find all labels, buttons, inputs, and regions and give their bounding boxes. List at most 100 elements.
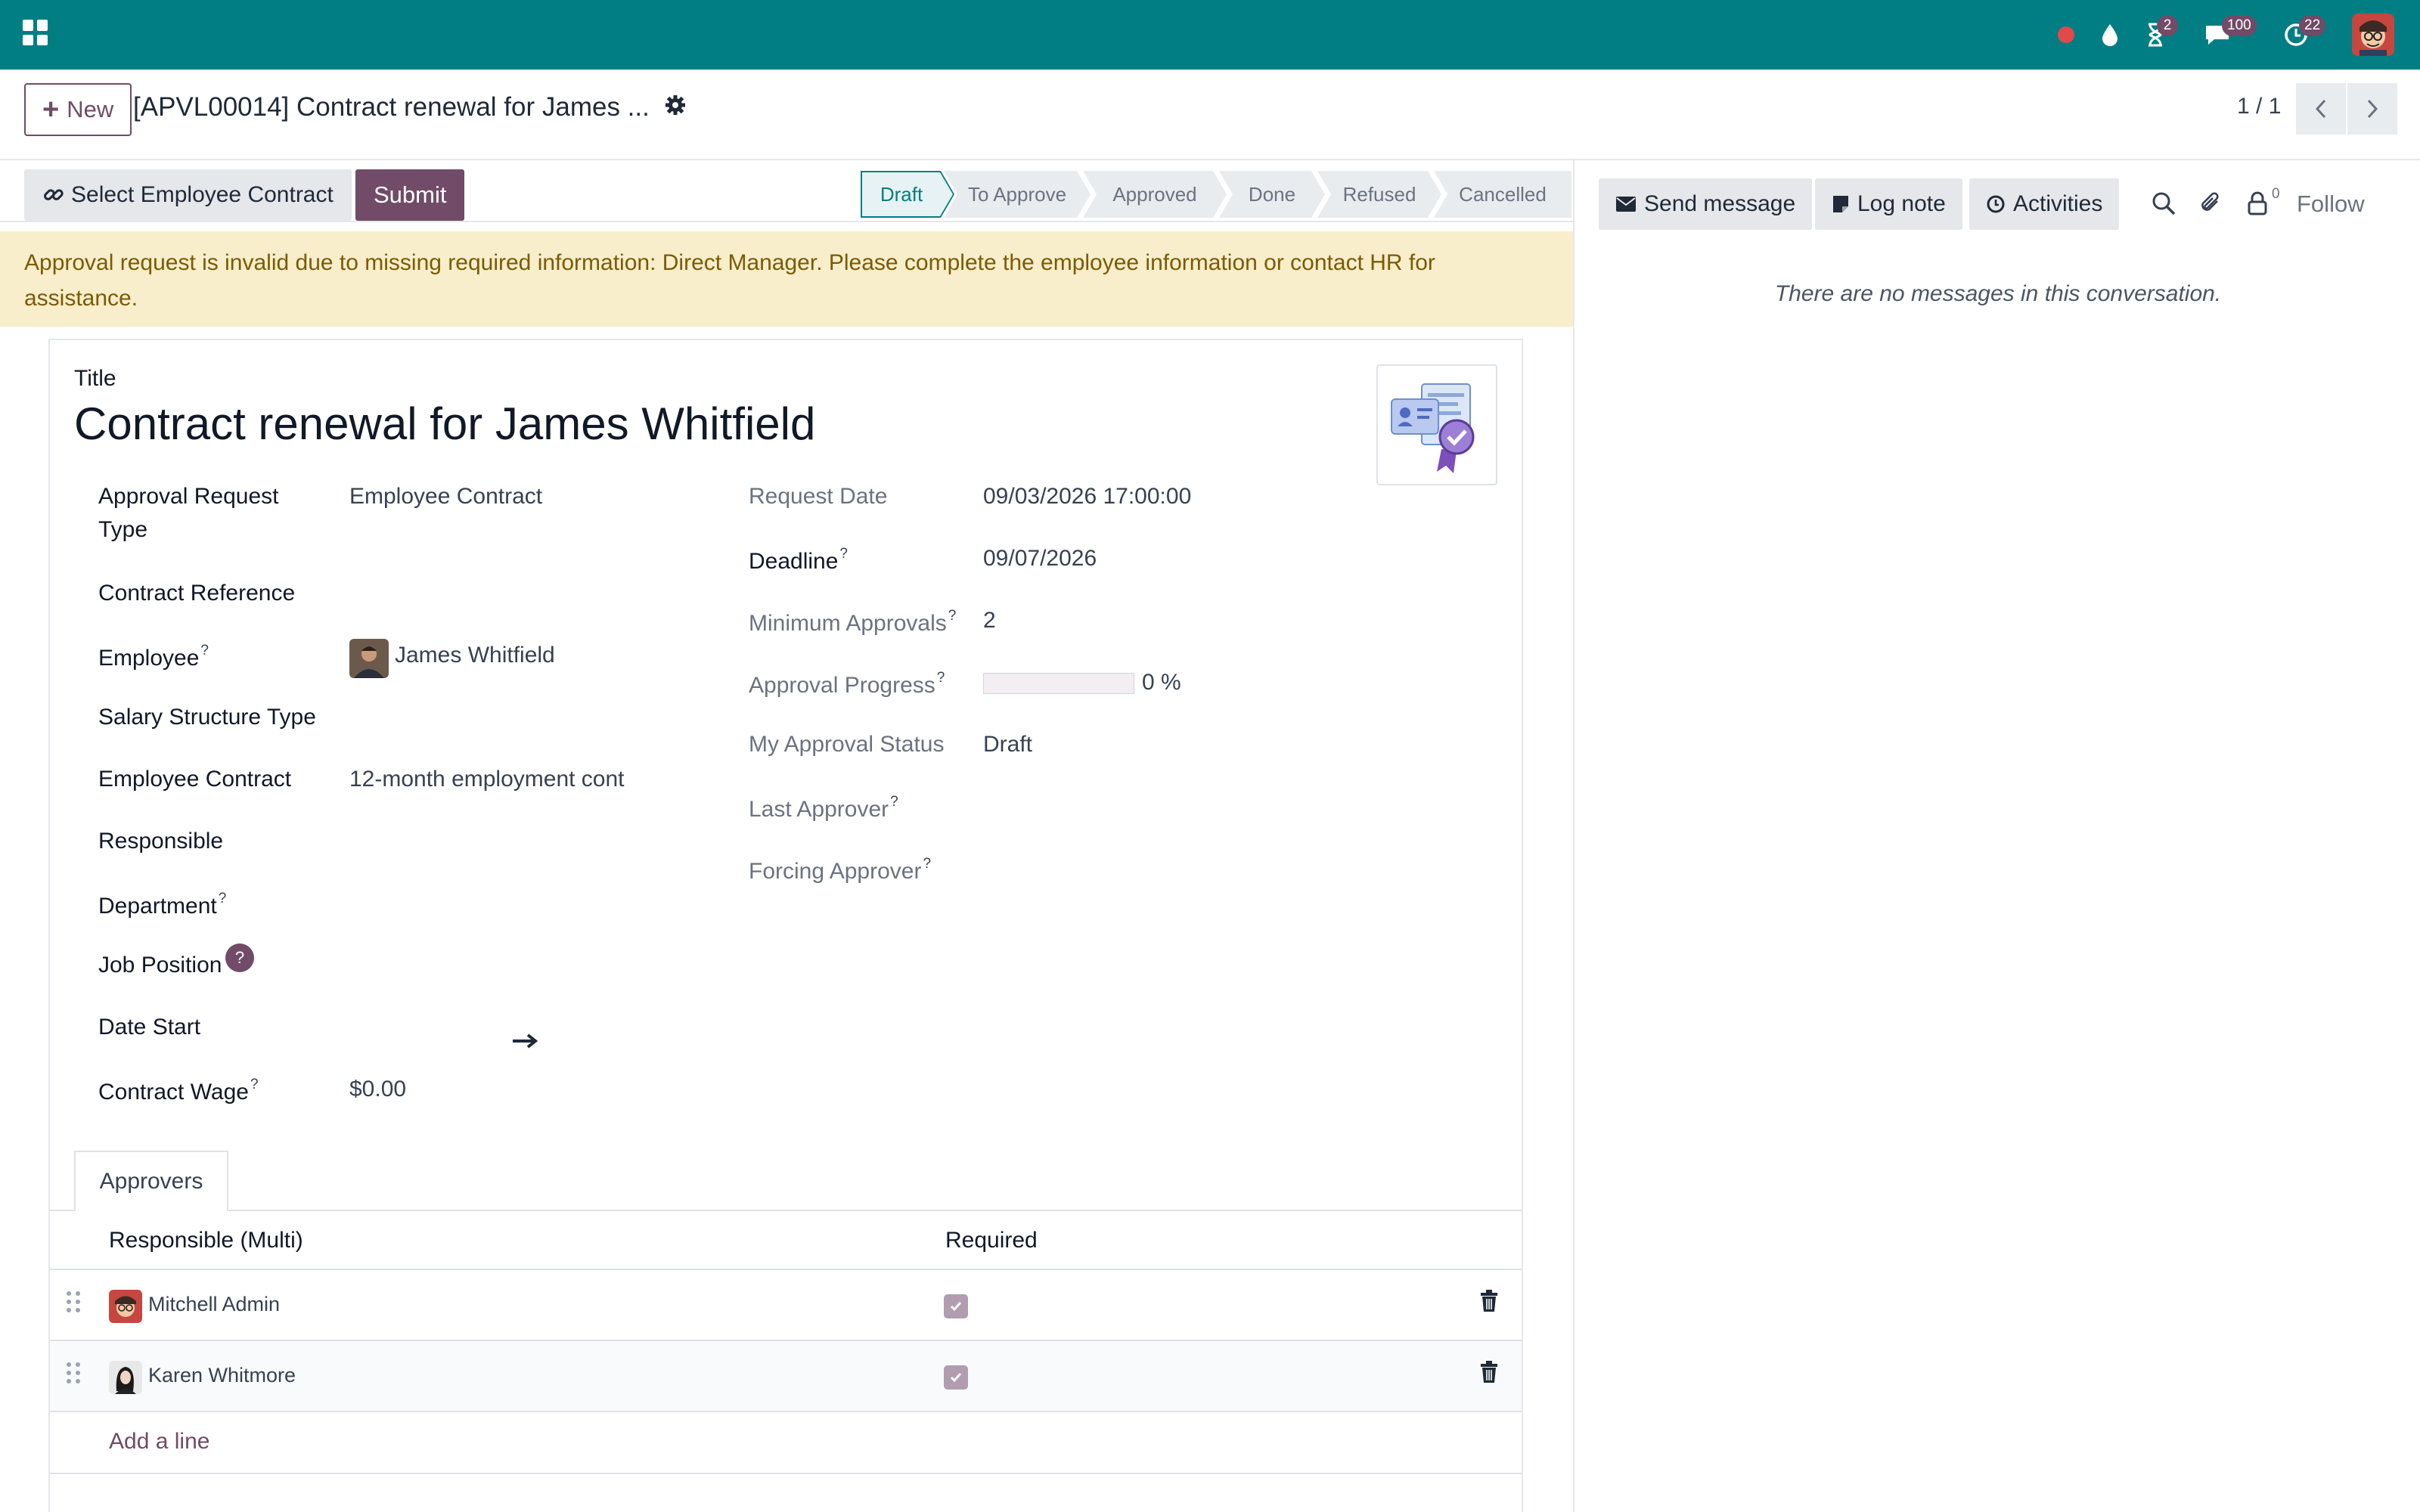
check-icon: [950, 1373, 962, 1383]
log-note-label: Log note: [1857, 191, 1946, 216]
activities-count-badge: 2: [2157, 15, 2178, 36]
contract-certificate-icon: [1391, 383, 1475, 473]
title-field[interactable]: Contract renewal for James Whitfield: [74, 398, 815, 450]
paperclip-icon[interactable]: [2198, 191, 2225, 218]
approver-avatar: [109, 1361, 142, 1394]
activities-button[interactable]: Activities: [1969, 178, 2120, 230]
top-navbar: 2 100 22: [0, 0, 2420, 70]
drag-handle-icon[interactable]: [67, 1362, 82, 1383]
minimum-approvals-label: Minimum Approvals?: [749, 608, 956, 637]
pager-previous-button[interactable]: [2296, 83, 2346, 135]
follow-button[interactable]: Follow: [2297, 191, 2365, 218]
approval-request-type-field[interactable]: Employee Contract: [349, 484, 542, 510]
messages-count-badge: 100: [2222, 15, 2257, 36]
required-checkbox[interactable]: [944, 1294, 968, 1318]
trash-icon[interactable]: [1479, 1361, 1502, 1387]
apps-menu-icon[interactable]: [23, 20, 48, 45]
approver-name[interactable]: Mitchell Admin: [148, 1293, 280, 1316]
stage-approved[interactable]: Approved: [1083, 171, 1227, 218]
help-tooltip-marker[interactable]: ?: [839, 546, 848, 562]
employee-label: Employee?: [98, 643, 209, 671]
help-tooltip-marker[interactable]: ?: [948, 608, 957, 624]
gear-icon[interactable]: [664, 94, 691, 121]
add-line-link[interactable]: Add a line: [109, 1429, 209, 1455]
employee-label-text: Employee: [98, 646, 200, 671]
new-record-button[interactable]: + New: [24, 83, 132, 136]
employee-field[interactable]: James Whitfield: [395, 643, 555, 668]
approval-progress-bar: [983, 673, 1134, 694]
trash-icon[interactable]: [1479, 1290, 1502, 1315]
arrow-right-icon: [511, 1025, 538, 1057]
search-icon[interactable]: [2151, 191, 2178, 218]
table-row[interactable]: Karen Whitmore: [50, 1341, 1522, 1412]
link-icon: [44, 189, 64, 200]
drag-handle-icon[interactable]: [67, 1291, 82, 1312]
note-icon: [1833, 196, 1848, 212]
contract-wage-label: Contract Wage?: [98, 1077, 259, 1105]
approval-progress-text: 0 %: [1142, 670, 1181, 695]
date-start-label: Date Start: [98, 1015, 201, 1040]
help-tooltip-marker[interactable]: ?: [250, 1077, 259, 1092]
control-panel: + New [APVL00014] Contract renewal for J…: [0, 70, 2420, 160]
help-tooltip-marker[interactable]: ?: [923, 856, 931, 872]
tab-approvers[interactable]: Approvers: [74, 1151, 228, 1211]
stage-done[interactable]: Done: [1219, 171, 1325, 218]
last-approver-label: Last Approver?: [749, 794, 898, 823]
select-contract-label: Select Employee Contract: [71, 182, 334, 207]
minimum-approvals-field: 2: [983, 608, 996, 633]
select-employee-contract-button[interactable]: Select Employee Contract: [24, 169, 352, 221]
request-date-field[interactable]: 09/03/2026 17:00:00: [983, 484, 1191, 510]
send-message-label: Send message: [1644, 191, 1796, 216]
employee-contract-field[interactable]: 12-month employment cont: [349, 767, 625, 792]
contract-reference-label: Contract Reference: [98, 581, 296, 606]
record-breadcrumb-title: [APVL00014] Contract renewal for James .…: [133, 92, 650, 122]
approvers-table-header: Responsible (Multi) Required: [50, 1211, 1522, 1270]
approval-progress-label-text: Approval Progress: [749, 673, 935, 698]
stage-cancelled[interactable]: Cancelled: [1434, 171, 1571, 218]
forcing-approver-label-text: Forcing Approver: [749, 859, 922, 884]
new-button-label: New: [67, 96, 114, 122]
forcing-approver-label: Forcing Approver?: [749, 856, 931, 885]
column-header-required[interactable]: Required: [945, 1228, 1038, 1253]
help-tooltip-badge[interactable]: ?: [225, 943, 254, 972]
required-checkbox[interactable]: [944, 1365, 968, 1390]
chevron-right-icon: [2367, 99, 2378, 119]
pager-counter[interactable]: 1 / 1: [2237, 94, 2281, 119]
activities-label: Activities: [2013, 191, 2103, 216]
submit-button[interactable]: Submit: [355, 169, 465, 221]
my-approval-status-field: Draft: [983, 732, 1033, 757]
help-tooltip-marker[interactable]: ?: [937, 670, 945, 686]
approver-avatar: [109, 1290, 142, 1323]
column-header-responsible[interactable]: Responsible (Multi): [109, 1228, 303, 1253]
my-approval-status-label: My Approval Status: [749, 732, 945, 757]
job-position-label: Job Position: [98, 953, 222, 978]
approval-category-image[interactable]: [1376, 364, 1497, 485]
table-row[interactable]: Mitchell Admin: [50, 1270, 1522, 1341]
log-note-button[interactable]: Log note: [1815, 178, 1962, 230]
pager-next-button[interactable]: [2347, 83, 2397, 135]
minimum-approvals-label-text: Minimum Approvals: [749, 611, 947, 636]
responsible-label: Responsible: [98, 829, 224, 854]
empty-conversation-message: There are no messages in this conversati…: [1774, 281, 2222, 306]
stage-to-approve[interactable]: To Approve: [944, 171, 1091, 218]
help-tooltip-marker[interactable]: ?: [890, 794, 898, 810]
user-avatar[interactable]: [2352, 14, 2394, 56]
stage-refused[interactable]: Refused: [1317, 171, 1441, 218]
employee-avatar: [349, 639, 389, 678]
check-icon: [950, 1302, 962, 1312]
envelope-icon: [1616, 197, 1636, 212]
followers-lock-icon[interactable]: [2246, 191, 2273, 218]
chatter-panel: Send message Log note Activities 0 Follo…: [1573, 160, 2420, 1512]
salary-structure-type-label: Salary Structure Type: [98, 705, 316, 730]
drop-icon[interactable]: [2092, 17, 2128, 53]
approver-name[interactable]: Karen Whitmore: [148, 1364, 296, 1387]
deadline-field[interactable]: 09/07/2026: [983, 546, 1097, 572]
help-tooltip-marker[interactable]: ?: [200, 643, 209, 658]
send-message-button[interactable]: Send message: [1599, 178, 1813, 230]
add-line-row: [50, 1414, 1522, 1474]
contract-wage-field[interactable]: $0.00: [349, 1077, 406, 1102]
approval-progress-label: Approval Progress?: [749, 670, 945, 699]
help-tooltip-marker[interactable]: ?: [219, 891, 227, 906]
recording-dot-icon[interactable]: [2048, 17, 2084, 53]
form-statusbar: Select Employee Contract Submit Draft To…: [0, 168, 1573, 222]
